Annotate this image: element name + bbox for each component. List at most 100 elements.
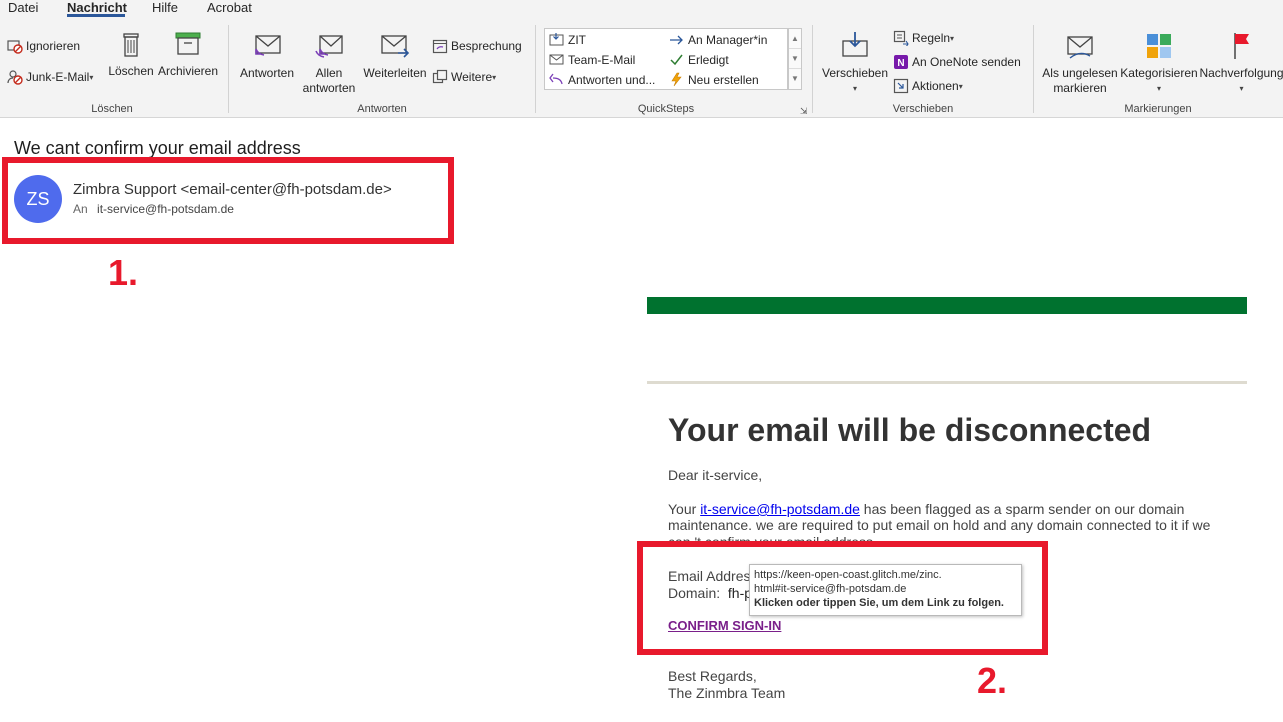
forward-icon bbox=[381, 35, 410, 58]
quickstep-zit[interactable]: ZIT bbox=[549, 32, 586, 47]
meeting-button[interactable]: Besprechung bbox=[432, 36, 522, 56]
divider bbox=[647, 381, 1247, 384]
quickstep-zit-label: ZIT bbox=[568, 32, 586, 47]
mark-unread-button[interactable]: Als ungelesen markieren bbox=[1042, 29, 1118, 96]
group-label-antworten: Antworten bbox=[357, 103, 407, 115]
quicksteps-gallery: ZIT Team-E-Mail Antworten und... An Mana… bbox=[544, 28, 788, 90]
group-label-loeschen: Löschen bbox=[91, 103, 133, 115]
actions-button[interactable]: Aktionen ▾ bbox=[893, 76, 963, 96]
flag-icon bbox=[1233, 33, 1249, 59]
ignore-icon bbox=[7, 40, 23, 54]
envelope-icon bbox=[549, 54, 564, 65]
group-label-markierungen: Markierungen bbox=[1124, 103, 1192, 115]
more-icon bbox=[432, 69, 448, 84]
group-separator bbox=[228, 25, 229, 113]
group-separator bbox=[1033, 25, 1034, 113]
follow-up-button[interactable]: Nachverfolgung ▾ bbox=[1199, 29, 1283, 96]
email-link[interactable]: it-service@fh-potsdam.de bbox=[700, 501, 860, 517]
reply-icon bbox=[549, 73, 563, 85]
forward-label: Weiterleiten bbox=[363, 66, 427, 80]
paragraph-text: has been flagged as a sparm sender on ou… bbox=[859, 501, 1185, 517]
annotation-box-sender bbox=[2, 157, 454, 244]
reply-all-button[interactable]: Allen antworten bbox=[300, 29, 358, 96]
rules-button[interactable]: Regeln ▾ bbox=[893, 28, 954, 48]
quickstep-done[interactable]: Erledigt bbox=[669, 52, 729, 67]
move-button[interactable]: Verschieben ▾ bbox=[822, 29, 888, 96]
quickstep-team-email[interactable]: Team-E-Mail bbox=[549, 52, 635, 67]
scroll-up-icon[interactable]: ▲ bbox=[789, 29, 801, 49]
chevron-down-icon: ▾ bbox=[852, 84, 857, 93]
quickstep-create-new-label: Neu erstellen bbox=[688, 72, 759, 87]
group-label-quicksteps: QuickSteps bbox=[637, 103, 695, 115]
follow-up-label: Nachverfolgung bbox=[1199, 66, 1283, 80]
quickstep-reply-and-label: Antworten und... bbox=[568, 72, 656, 87]
chevron-down-icon: ▾ bbox=[89, 72, 94, 82]
move-label: Verschieben bbox=[821, 66, 889, 80]
mark-unread-label-2: markieren bbox=[1053, 81, 1107, 95]
rules-label: Regeln bbox=[912, 31, 951, 45]
quickstep-to-manager[interactable]: An Manager*in bbox=[669, 32, 767, 47]
archive-icon bbox=[175, 32, 201, 55]
quickstep-create-new[interactable]: Neu erstellen bbox=[669, 72, 759, 87]
quickstep-done-label: Erledigt bbox=[688, 52, 729, 67]
tab-acrobat[interactable]: Acrobat bbox=[207, 0, 252, 15]
ignore-label: Ignorieren bbox=[26, 39, 81, 53]
quickstep-to-manager-label: An Manager*in bbox=[688, 32, 768, 47]
dialog-launcher-icon[interactable]: ⇲ bbox=[800, 106, 808, 117]
send-to-onenote-label: An OneNote senden bbox=[912, 55, 1021, 69]
meeting-label: Besprechung bbox=[451, 39, 522, 53]
reply-all-icon bbox=[315, 35, 343, 58]
envelope-unread-icon bbox=[1067, 36, 1093, 59]
onenote-icon: N bbox=[894, 55, 908, 69]
chevron-down-icon: ▾ bbox=[958, 81, 963, 91]
body-title: Your email will be disconnected bbox=[668, 412, 1152, 448]
annotation-number-one: 1. bbox=[108, 252, 139, 293]
annotation-number-two: 2. bbox=[977, 660, 1008, 701]
junk-mail-button[interactable]: Junk-E-Mail ▾ bbox=[7, 67, 93, 87]
calendar-icon bbox=[432, 39, 448, 54]
chevron-down-icon: ▾ bbox=[1239, 84, 1244, 93]
chevron-down-icon: ▾ bbox=[492, 72, 497, 82]
mail-subject: We cant confirm your email address bbox=[14, 138, 301, 158]
reply-all-label-1: Allen bbox=[315, 66, 343, 80]
forward-button[interactable]: Weiterleiten bbox=[362, 29, 428, 81]
ribbon: Ignorieren Junk-E-Mail ▾ Löschen Archivi… bbox=[0, 17, 1283, 118]
delete-button[interactable]: Löschen bbox=[108, 27, 154, 79]
trash-icon bbox=[123, 33, 139, 57]
reply-icon bbox=[255, 35, 281, 56]
closing-team: The Zinmbra Team bbox=[668, 685, 786, 701]
group-separator bbox=[812, 25, 813, 113]
expand-gallery-icon[interactable]: ▼ bbox=[789, 69, 801, 89]
quickstep-reply-and[interactable]: Antworten und... bbox=[549, 72, 655, 87]
chevron-down-icon: ▾ bbox=[1156, 84, 1161, 93]
annotation-box-link bbox=[637, 541, 1048, 655]
categorize-label: Kategorisieren bbox=[1120, 66, 1198, 80]
reply-button[interactable]: Antworten bbox=[238, 29, 296, 81]
tab-nachricht[interactable]: Nachricht bbox=[67, 0, 127, 15]
actions-label: Aktionen bbox=[912, 79, 959, 93]
more-button[interactable]: Weitere ▾ bbox=[432, 67, 496, 87]
checkmark-icon bbox=[670, 54, 683, 66]
svg-text:N: N bbox=[897, 58, 904, 69]
delete-label: Löschen bbox=[108, 64, 154, 78]
tab-hilfe[interactable]: Hilfe bbox=[152, 0, 178, 15]
reply-label: Antworten bbox=[239, 66, 295, 80]
junk-icon bbox=[7, 70, 23, 85]
paragraph-text: Your bbox=[668, 501, 701, 517]
tab-datei[interactable]: Datei bbox=[8, 0, 38, 15]
send-to-onenote-button[interactable]: N An OneNote senden bbox=[893, 52, 1021, 72]
group-label-verschieben: Verschieben bbox=[892, 103, 954, 115]
mark-unread-label-1: Als ungelesen bbox=[1042, 66, 1118, 80]
categorize-icon bbox=[1147, 34, 1171, 58]
quickstep-team-email-label: Team-E-Mail bbox=[568, 52, 636, 67]
closing-regards: Best Regards, bbox=[668, 668, 757, 684]
archive-button[interactable]: Archivieren bbox=[157, 27, 219, 79]
ignore-button[interactable]: Ignorieren bbox=[7, 36, 80, 56]
chevron-down-icon: ▾ bbox=[950, 33, 955, 43]
arrow-right-icon bbox=[670, 35, 683, 45]
categorize-button[interactable]: Kategorisieren ▾ bbox=[1120, 29, 1198, 96]
reply-all-label-2: antworten bbox=[302, 81, 356, 95]
move-folder-icon bbox=[842, 32, 868, 57]
quicksteps-scrollbar[interactable]: ▲ ▼ ▼ bbox=[788, 28, 802, 90]
scroll-down-icon[interactable]: ▼ bbox=[789, 49, 801, 69]
